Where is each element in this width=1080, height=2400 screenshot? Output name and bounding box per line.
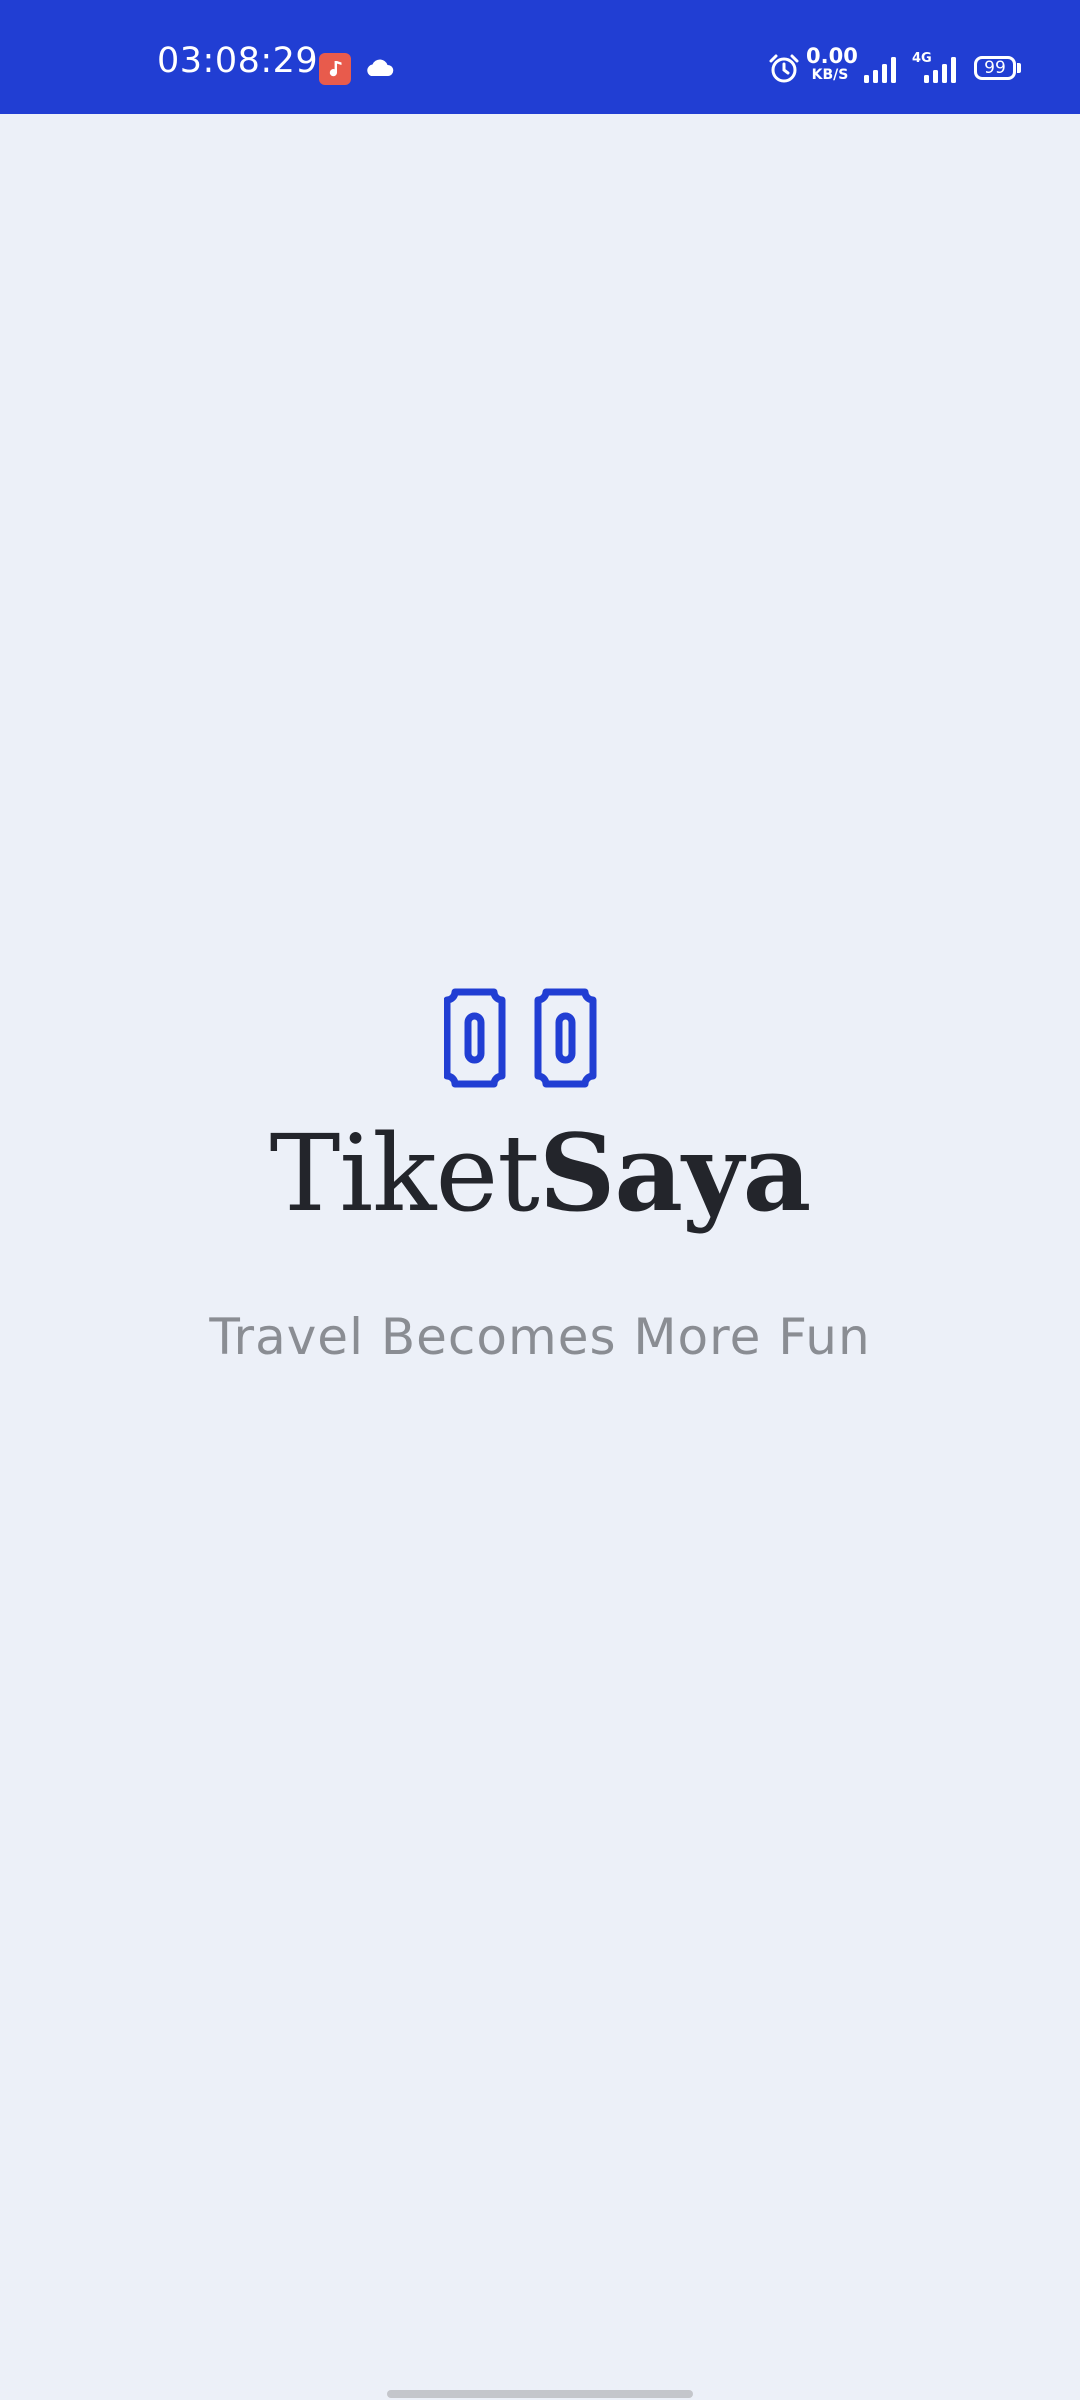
battery-level: 99 bbox=[984, 58, 1006, 78]
network-speed: 0.00 KB/S bbox=[806, 44, 858, 83]
battery-icon: 99 bbox=[974, 56, 1016, 80]
brand-title-light: Tiket bbox=[269, 1112, 540, 1235]
network-speed-value: 0.00 bbox=[806, 44, 858, 68]
alarm-icon bbox=[767, 52, 801, 86]
home-indicator[interactable] bbox=[387, 2390, 693, 2398]
signal-icon bbox=[862, 54, 900, 84]
brand-title-bold: Saya bbox=[538, 1110, 812, 1235]
status-bar: 03:08:29 0.00 KB/S 4G 99 bbox=[0, 0, 1080, 114]
cloud-icon bbox=[363, 56, 395, 80]
ticket-icon bbox=[443, 988, 607, 1088]
battery-tip bbox=[1017, 63, 1021, 73]
music-notification-icon bbox=[319, 53, 351, 85]
tagline: Travel Becomes More Fun bbox=[209, 1308, 871, 1366]
signal-4g-icon bbox=[918, 54, 960, 84]
status-time: 03:08:29 bbox=[157, 41, 319, 81]
network-speed-unit: KB/S bbox=[811, 67, 849, 83]
app-brand-title: TiketSaya bbox=[0, 1120, 1080, 1227]
